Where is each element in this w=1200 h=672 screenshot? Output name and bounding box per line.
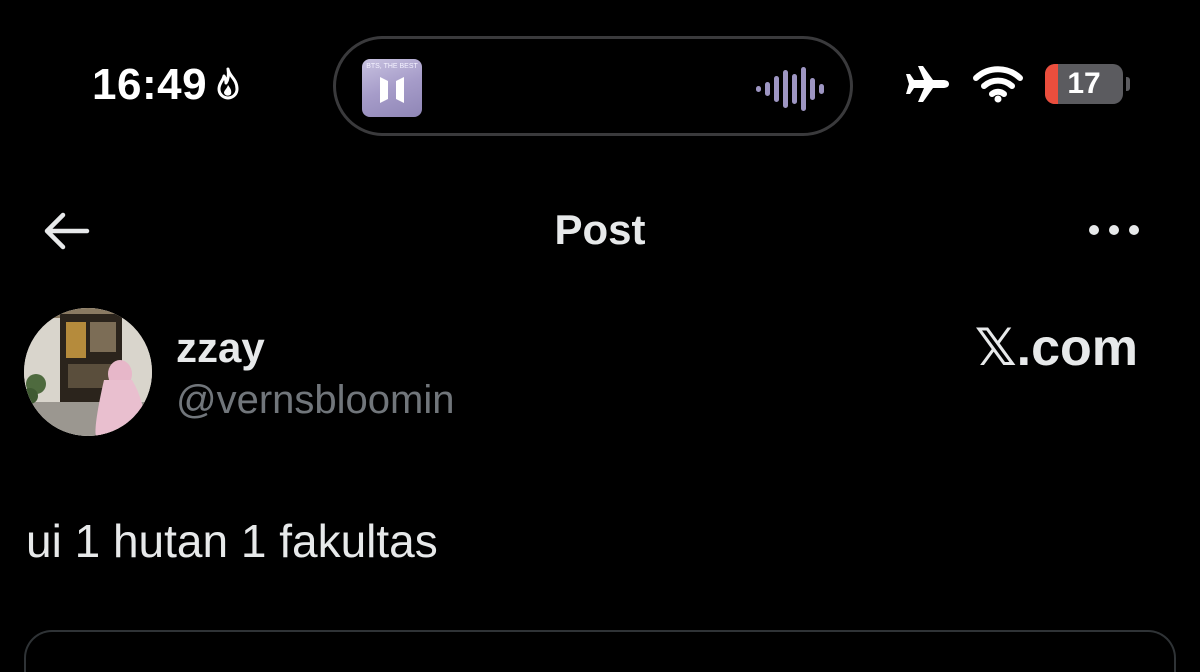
- audio-waveform-icon: [756, 67, 824, 111]
- battery-icon: 17: [1045, 64, 1130, 104]
- flame-icon: [217, 67, 239, 100]
- time-label: 16:49: [92, 60, 208, 109]
- status-indicators: 17: [905, 64, 1130, 104]
- dynamic-island-now-playing[interactable]: BTS, THE BEST: [333, 36, 853, 136]
- airplane-mode-icon: [906, 66, 949, 102]
- wifi-icon: [973, 66, 1023, 103]
- more-options-button[interactable]: [1084, 210, 1144, 250]
- avatar-image: [24, 308, 152, 436]
- media-card[interactable]: [24, 630, 1176, 672]
- back-button[interactable]: [38, 206, 94, 256]
- back-arrow-icon: [44, 212, 90, 250]
- status-time: 16:49: [92, 60, 243, 110]
- more-options-icon: [1089, 225, 1139, 235]
- avatar[interactable]: [24, 308, 152, 436]
- x-com-domain: .com: [1016, 319, 1138, 377]
- battery-level: 17: [1067, 67, 1101, 100]
- x-logo: 𝕏: [974, 318, 1017, 378]
- bts-logo-icon: [380, 77, 404, 103]
- album-title: BTS, THE BEST: [366, 63, 418, 70]
- x-com-watermark: 𝕏 .com: [975, 318, 1138, 378]
- author-handle[interactable]: @vernsbloomin: [176, 378, 455, 423]
- author-display-name[interactable]: zzay: [176, 324, 265, 372]
- album-art[interactable]: BTS, THE BEST: [362, 59, 422, 117]
- page-title: Post: [554, 206, 646, 253]
- post-text: ui 1 hutan 1 fakultas: [26, 515, 438, 567]
- battery-body: 17: [1045, 64, 1123, 104]
- battery-cap: [1126, 77, 1130, 91]
